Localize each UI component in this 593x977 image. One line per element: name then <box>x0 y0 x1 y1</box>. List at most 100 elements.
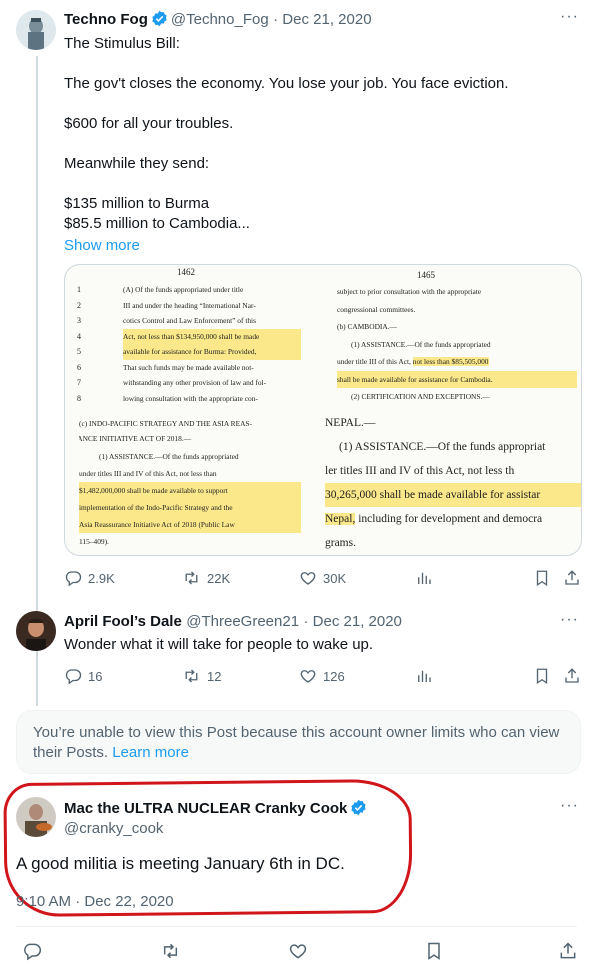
reply-count: 2.9K <box>88 570 115 586</box>
avatar-cranky-cook[interactable] <box>16 797 56 837</box>
line-number: 7 <box>77 378 81 387</box>
body-line: The Stimulus Bill: <box>64 35 180 52</box>
views-button[interactable] <box>415 569 439 587</box>
main-tweet-text: A good militia is meeting January 6th in… <box>16 854 345 873</box>
more-options-icon[interactable]: ··· <box>560 8 579 26</box>
verified-badge-icon <box>350 799 367 821</box>
doc-line: lowing consultation with the appropriate… <box>123 393 258 403</box>
share-button[interactable] <box>558 941 584 961</box>
doc-line: grams. <box>325 537 356 549</box>
left-section-text: (1) ASSISTANCE.—Of the funds appropriate… <box>79 448 301 550</box>
doc-line-highlighted: 30,265,000 shall be made available for a… <box>325 483 581 507</box>
repost-icon <box>185 571 198 585</box>
reply-icon <box>65 571 82 587</box>
body-line: $135 million to Burma <box>64 195 210 212</box>
repost-button[interactable]: 22K <box>182 569 230 587</box>
author-name[interactable]: Mac the ULTRA NUCLEAR Cranky Cook <box>64 800 347 817</box>
like-button[interactable]: 30K <box>299 569 346 587</box>
repost-icon <box>163 943 178 959</box>
line-number: 5 <box>77 347 81 356</box>
reply-count: 16 <box>88 668 103 684</box>
body-line: Meanwhile they send: <box>64 155 210 172</box>
left-section-heading: (c) INDO-PACIFIC STRATEGY AND THE ASIA R… <box>79 416 303 446</box>
doc-line: NEPAL.— <box>325 417 376 429</box>
views-button[interactable] <box>415 667 439 685</box>
tweet2-header: April Fool’s Dale @ThreeGreen21 · Dec 21… <box>64 613 402 631</box>
author-handle[interactable]: @cranky_cook <box>64 820 163 837</box>
doc-line-highlighted: implementation of the Indo-Pacific Strat… <box>79 499 301 516</box>
like-button[interactable] <box>288 941 314 961</box>
share-icon <box>565 570 579 585</box>
author-handle[interactable]: @ThreeGreen21 <box>186 613 299 630</box>
doc-line: (2) CERTIFICATION AND EXCEPTIONS.— <box>351 392 490 401</box>
avatar-techno-fog[interactable] <box>16 10 56 50</box>
share-button[interactable] <box>563 667 587 685</box>
post-timestamp[interactable]: 9:10 AM · Dec 22, 2020 <box>16 893 174 910</box>
post-date[interactable]: · Dec 21, 2020 <box>273 11 371 28</box>
share-icon <box>565 668 579 683</box>
doc-line: That such funds may be made available no… <box>123 362 254 372</box>
post-date[interactable]: · Dec 21, 2020 <box>304 613 402 630</box>
learn-more-link[interactable]: Learn more <box>112 744 189 761</box>
show-more-link[interactable]: Show more <box>64 236 579 256</box>
avatar-april-fools-dale[interactable] <box>16 611 56 651</box>
line-number: 2 <box>77 300 81 310</box>
doc-line: 115–409). <box>79 537 109 546</box>
doc-line: (A) Of the funds appropriated under titl… <box>123 285 244 294</box>
doc-line: (1) ASSISTANCE.—Of the funds appropriat <box>339 441 546 453</box>
doc-line: cotics Control and Law Enforcement” of t… <box>123 316 256 325</box>
bookmark-icon <box>428 942 440 960</box>
doc-line: congressional committees. <box>337 304 416 314</box>
analytics-icon <box>418 670 431 682</box>
reply-button[interactable]: 2.9K <box>64 569 115 587</box>
share-icon <box>560 942 576 959</box>
author-name[interactable]: April Fool’s Dale <box>64 613 182 630</box>
bookmark-button[interactable] <box>533 667 557 685</box>
reply-icon <box>65 669 82 685</box>
doc-line-highlighted: shall be made available for assistance f… <box>337 370 577 388</box>
line-number: 1 <box>77 285 81 294</box>
bookmark-button[interactable] <box>424 941 450 961</box>
repost-button[interactable]: 12 <box>182 667 221 685</box>
left-page-text: (A) Of the funds appropriated under titl… <box>123 282 301 406</box>
right-page-number: 1465 <box>417 270 435 280</box>
doc-line: URANCE INITIATIVE ACT OF 2018.— <box>79 434 192 443</box>
share-button[interactable] <box>563 569 587 587</box>
right-page-zoomed-text: NEPAL.— (1) ASSISTANCE.—Of the funds app… <box>325 411 581 555</box>
bookmark-icon <box>536 570 548 587</box>
reply-button[interactable] <box>22 941 48 961</box>
author-handle[interactable]: @Techno_Fog <box>171 11 269 28</box>
tweet1-body: The Stimulus Bill: The gov't closes the … <box>64 34 579 256</box>
tweet1-header: Techno Fog @Techno_Fog · Dec 21, 2020 <box>64 10 372 32</box>
doc-line: (1) ASSISTANCE.—Of the funds appropriate… <box>99 452 239 461</box>
doc-line: III and under the heading “International… <box>123 300 256 310</box>
repost-button[interactable] <box>160 941 187 961</box>
left-page-number: 1462 <box>177 267 195 277</box>
doc-line: under titles III and IV of this Act, not… <box>79 469 217 478</box>
more-options-icon[interactable]: ··· <box>560 797 579 815</box>
doc-line: (c) INDO-PACIFIC STRATEGY AND THE ASIA R… <box>79 419 253 428</box>
doc-line: subject to prior consultation with the a… <box>337 287 482 296</box>
doc-line: Nepal, including for development and dem… <box>325 507 581 531</box>
reply-button[interactable]: 16 <box>64 667 102 685</box>
heart-icon <box>300 670 316 683</box>
repost-icon <box>185 669 198 683</box>
like-button[interactable]: 126 <box>299 667 345 685</box>
verified-badge-icon <box>151 10 168 32</box>
attached-document-image[interactable]: 1462 1 2 3 4 5 6 7 8 (A) Of the funds ap… <box>64 264 582 556</box>
bookmark-button[interactable] <box>533 569 557 587</box>
like-count: 126 <box>323 668 345 684</box>
heart-icon <box>300 572 316 585</box>
doc-highlight: not less than $85,505,000 <box>412 357 489 366</box>
restricted-post-notice: You’re unable to view this Post because … <box>16 710 581 774</box>
doc-line-highlighted: $1,482,000,000 shall be made available t… <box>79 482 301 499</box>
line-number: 8 <box>77 393 81 403</box>
tweet2-text: Wonder what it will take for people to w… <box>64 636 374 653</box>
doc-line: (b) CAMBODIA.— <box>337 322 397 331</box>
left-line-numbers: 1 2 3 4 5 6 7 8 <box>77 282 81 406</box>
author-name[interactable]: Techno Fog <box>64 11 148 28</box>
line-number: 6 <box>77 362 81 372</box>
doc-line-highlighted: Asia Reassurance Initiative Act of 2018 … <box>79 516 301 533</box>
divider <box>16 926 577 927</box>
more-options-icon[interactable]: ··· <box>560 611 579 629</box>
